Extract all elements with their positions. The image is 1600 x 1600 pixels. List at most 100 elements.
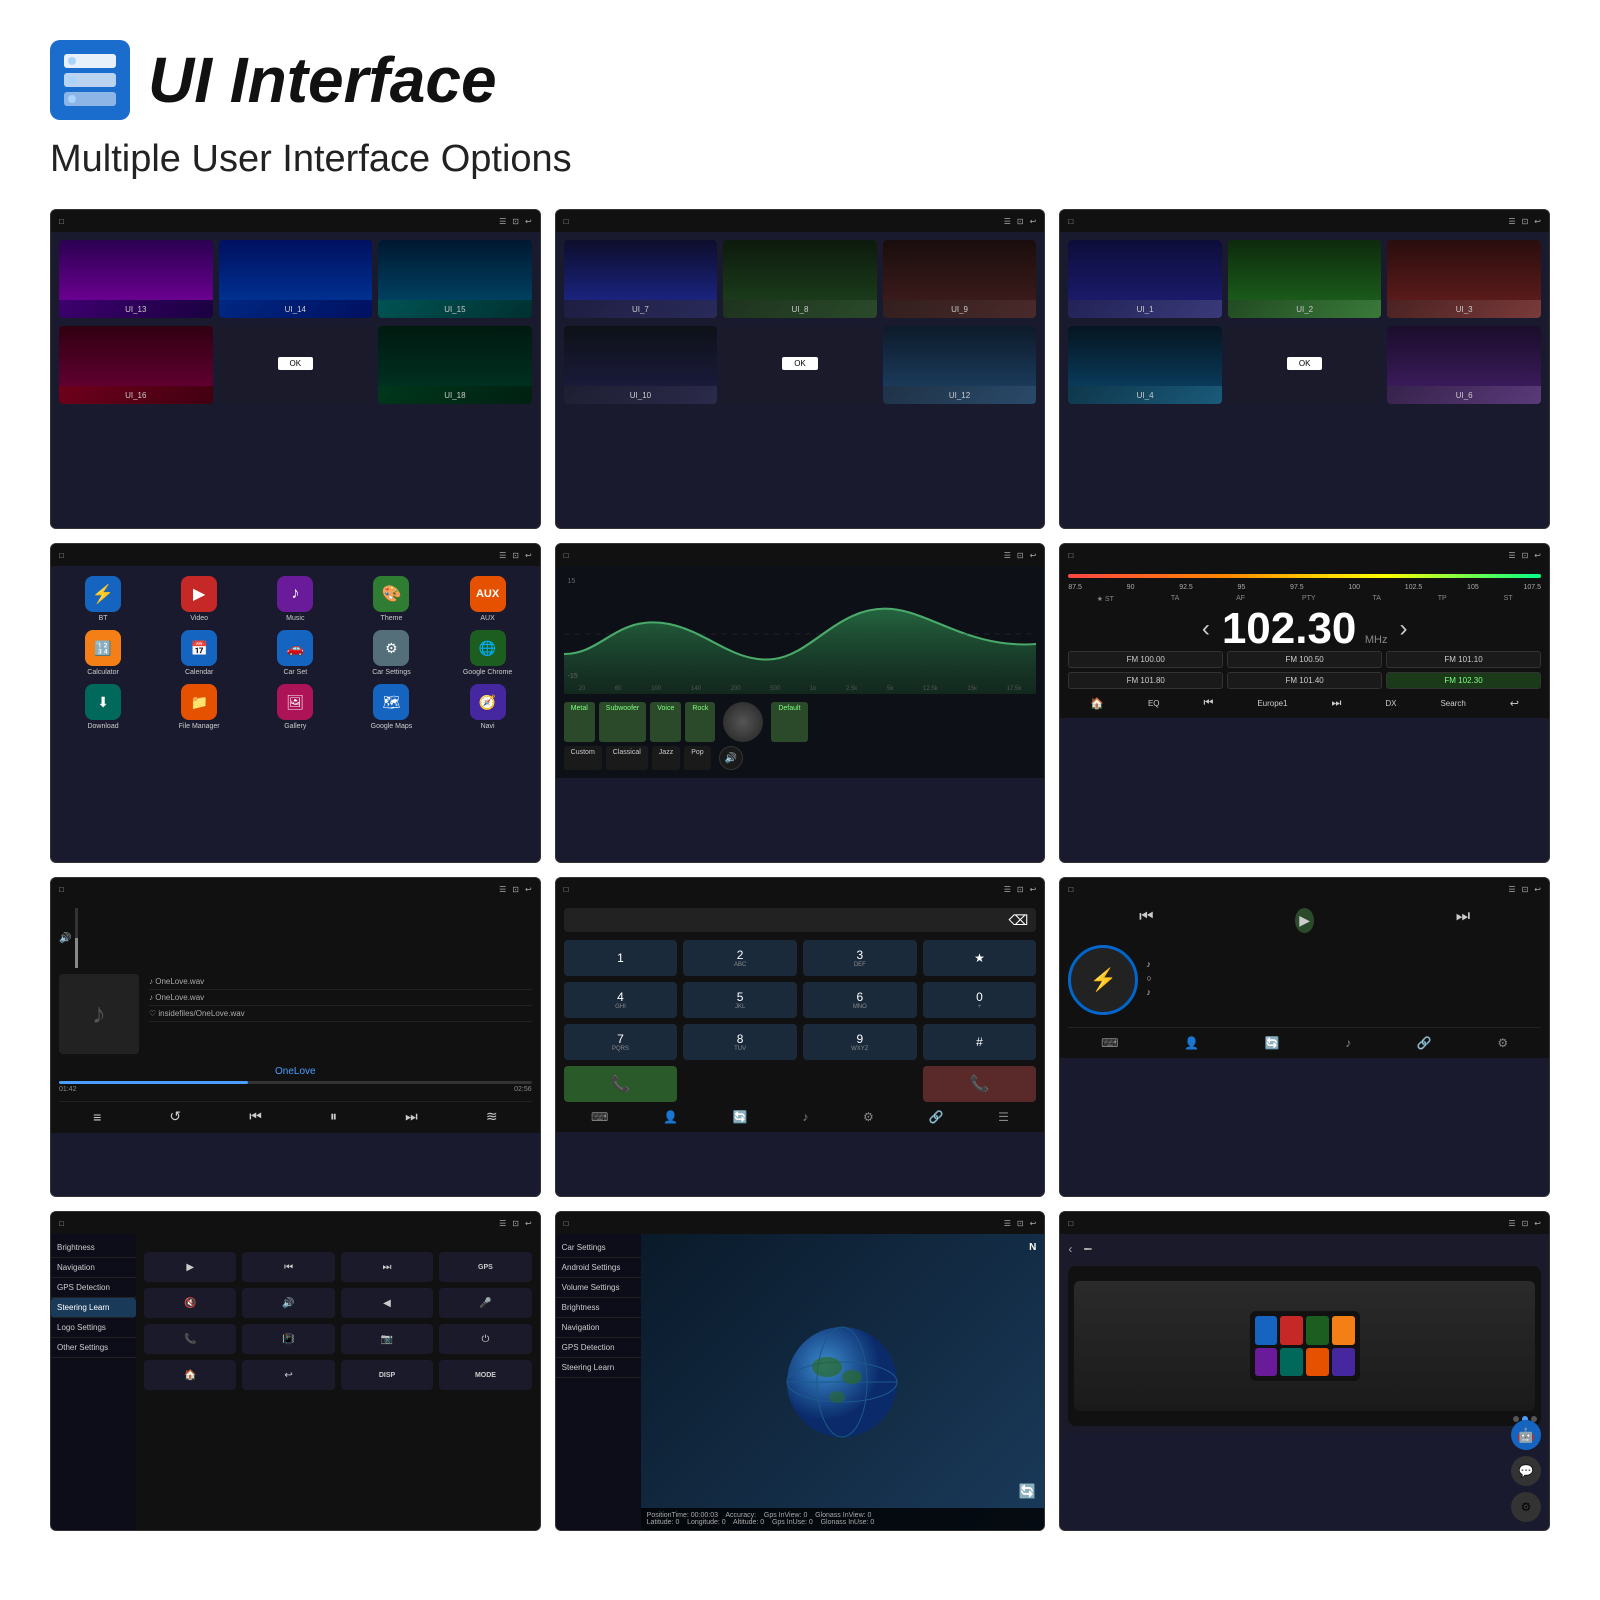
music-album-art: ♪	[59, 974, 139, 1054]
ui-thumb-18: UI_18	[378, 326, 532, 404]
app-carset: 🚗 Car Set	[251, 630, 339, 676]
ui-thumb-3: UI_3	[1387, 240, 1541, 318]
key-call[interactable]: 📞	[564, 1066, 678, 1102]
radio-next-icon: ›	[1399, 615, 1407, 643]
subtitle: Multiple User Interface Options	[50, 138, 1550, 181]
ui-thumb-8: UI_8	[723, 240, 877, 318]
app-aux: AUX AUX	[444, 576, 532, 622]
dialpad-input-display: ⌫	[564, 908, 1037, 932]
app-calendar: 📅 Calendar	[155, 630, 243, 676]
screen-function: □ ☰ ⊡ ↩ Brightness Navigation GPS Detect…	[50, 1211, 541, 1531]
bt-playback-controls: ⏮ ▶ ⏭	[1068, 908, 1541, 933]
app-music: ♪ Music	[251, 576, 339, 622]
screen-radio: □ ☰ ⊡ ↩ 87.5 90 92.5 95 97.5 100 102.5 1	[1059, 543, 1550, 863]
app-chrome: 🌐 Google Chrome	[444, 630, 532, 676]
topbar-9: □ ☰ ⊡ ↩	[1060, 878, 1549, 900]
app-video: ▶ Video	[155, 576, 243, 622]
music-playlist: ♪ OneLove.wav ♪ OneLove.wav ♡ insidefile…	[149, 974, 532, 1054]
eq-preset-buttons-2: Custom Classical Jazz Pop 🔊	[564, 746, 1037, 770]
app-launcher-grid: ⚡ BT ▶ Video ♪ Music 🎨 Theme	[51, 566, 540, 740]
screen-carplay: □ ☰ ⊡ ↩ ‹	[1059, 1211, 1550, 1531]
ui-thumb-ok-1: OK	[219, 326, 373, 404]
topbar-12: □ ☰ ⊡ ↩	[1060, 1212, 1549, 1234]
carplay-device-preview	[1068, 1266, 1541, 1426]
app-bt: ⚡ BT	[59, 576, 147, 622]
ui-thumb-ok-2: OK	[723, 326, 877, 404]
gps-info-bar: PositionTime: 00:00:03 Accuracy: Gps InV…	[641, 1508, 1045, 1530]
ui-thumb-15: UI_15	[378, 240, 532, 318]
screenshots-grid: □ ☰ ⊡ ↩ UI_13 UI_14	[50, 209, 1550, 1531]
function-main-content: ▶ ⏮ ⏭ GPS 🔇 🔊 ◀ 🎤 📞 📳 📷 ⏻ 🏠 ↩	[136, 1234, 540, 1530]
ui-thumbnails-1: UI_13 UI_14 UI_15 UI_16	[51, 232, 540, 412]
ui-thumb-2: UI_2	[1228, 240, 1382, 318]
eq-preset-buttons: Metal Subwoofer Voice Rock Default	[564, 702, 1037, 742]
ui-thumb-6: UI_6	[1387, 326, 1541, 404]
key-4[interactable]: 4 GHI	[564, 982, 678, 1018]
radio-controls: 🏠 EQ ⏮ Europe1 ⏭ DX Search ↩	[1068, 697, 1541, 710]
function-sidebar: Brightness Navigation GPS Detection Stee…	[51, 1234, 136, 1530]
bluetooth-content: ⏮ ▶ ⏭ ⚡ ♪ ○	[1060, 900, 1549, 1058]
ui-thumb-7: UI_7	[564, 240, 718, 318]
screen-ui-options-2: □ ☰ ⊡ ↩ UI_7 UI_8	[555, 209, 1046, 529]
app-filemanager: 📁 File Manager	[155, 684, 243, 730]
app-carsettings: ⚙ Car Settings	[347, 630, 435, 676]
key-star[interactable]: ★	[923, 940, 1037, 976]
key-5[interactable]: 5 JKL	[683, 982, 797, 1018]
key-1[interactable]: 1	[564, 940, 678, 976]
equalizer-content: 15 -15 20 60 100 140 200 500 1k 2.5k 5k …	[556, 566, 1045, 778]
key-3[interactable]: 3 DEF	[803, 940, 917, 976]
app-theme: 🎨 Theme	[347, 576, 435, 622]
key-7[interactable]: 7 PQRS	[564, 1024, 678, 1060]
ui-thumb-ok-3: OK	[1228, 326, 1382, 404]
key-end[interactable]: 📞	[923, 1066, 1037, 1102]
gps-sidebar: Car Settings Android Settings Volume Set…	[556, 1234, 641, 1530]
ui-thumb-10: UI_10	[564, 326, 718, 404]
ui-thumb-14: UI_14	[219, 240, 373, 318]
radio-frequency-bar	[1068, 574, 1541, 578]
key-8[interactable]: 8 TUV	[683, 1024, 797, 1060]
app-googlemaps: 🗺 Google Maps	[347, 684, 435, 730]
ui-thumb-9: UI_9	[883, 240, 1037, 318]
topbar-4: □ ☰ ⊡ ↩	[51, 544, 540, 566]
bt-bottom-controls: ⌨ 👤 🔄 ♪ 🔗 ⚙	[1068, 1027, 1541, 1050]
function-buttons-grid: ▶ ⏮ ⏭ GPS 🔇 🔊 ◀ 🎤 📞 📳 📷 ⏻ 🏠 ↩	[144, 1252, 532, 1390]
radio-prev-icon: ‹	[1202, 615, 1210, 643]
header-title: UI Interface	[148, 43, 497, 117]
bt-track-info: ⚡ ♪ ○ ♪	[1068, 945, 1541, 1015]
ui-thumb-4: UI_4	[1068, 326, 1222, 404]
app-download: ⬇ Download	[59, 684, 147, 730]
ui-thumbnails-3: UI_1 UI_2 UI_3 UI_4	[1060, 232, 1549, 412]
eq-chart: 15 -15 20 60 100 140 200 500 1k 2.5k 5k …	[564, 574, 1037, 694]
screen-ui-options-3: □ ☰ ⊡ ↩ UI_1 UI_2	[1059, 209, 1550, 529]
music-progress: OneLove 01:42 02:56	[59, 1062, 532, 1093]
ui-thumb-16: UI_16	[59, 326, 213, 404]
key-hash[interactable]: #	[923, 1024, 1037, 1060]
screen-dialpad: □ ☰ ⊡ ↩ ⌫ 1 2 ABC	[555, 877, 1046, 1197]
carplay-side-icons: 🤖 💬 ⚙	[1511, 1420, 1541, 1522]
topbar-1: □ ☰ ⊡ ↩	[51, 210, 540, 232]
key-0-plus[interactable]: 0 +	[923, 982, 1037, 1018]
topbar-2: □ ☰ ⊡ ↩	[556, 210, 1045, 232]
topbar-3: □ ☰ ⊡ ↩	[1060, 210, 1549, 232]
app-gallery: 🖼 Gallery	[251, 684, 339, 730]
screen-gps: □ ☰ ⊡ ↩ Car Settings Android Settings Vo…	[555, 1211, 1046, 1531]
page-container: UI Interface Multiple User Interface Opt…	[0, 0, 1600, 1571]
carplay-content: ‹	[1060, 1234, 1549, 1434]
radio-presets: FM 100.00 FM 100.50 FM 101.10 FM 101.80 …	[1068, 651, 1541, 689]
dialpad-keypad: 1 2 ABC 3 DEF ★ 4	[564, 940, 1037, 1102]
ui-thumb-13: UI_13	[59, 240, 213, 318]
gps-layout: Car Settings Android Settings Volume Set…	[556, 1234, 1045, 1530]
carplay-header: ‹	[1068, 1242, 1541, 1256]
function-layout: Brightness Navigation GPS Detection Stee…	[51, 1234, 540, 1530]
ui-thumb-12: UI_12	[883, 326, 1037, 404]
key-6[interactable]: 6 MNO	[803, 982, 917, 1018]
screen-music-player: □ ☰ ⊡ ↩ 🔊 ♪	[50, 877, 541, 1197]
dialpad-content: ⌫ 1 2 ABC 3 DEF ★	[556, 900, 1045, 1132]
topbar-7: □ ☰ ⊡ ↩	[51, 878, 540, 900]
gps-map-area: N 🔄 PositionTime: 00:00:03 Accuracy: Gps…	[641, 1234, 1045, 1530]
music-content: 🔊 ♪ ♪ OneLove.wav ♪	[51, 900, 540, 1133]
app-navi: 🧭 Navi	[444, 684, 532, 730]
screen-bluetooth: □ ☰ ⊡ ↩ ⏮ ▶ ⏭ ⚡	[1059, 877, 1550, 1197]
key-9[interactable]: 9 WXYZ	[803, 1024, 917, 1060]
key-2[interactable]: 2 ABC	[683, 940, 797, 976]
